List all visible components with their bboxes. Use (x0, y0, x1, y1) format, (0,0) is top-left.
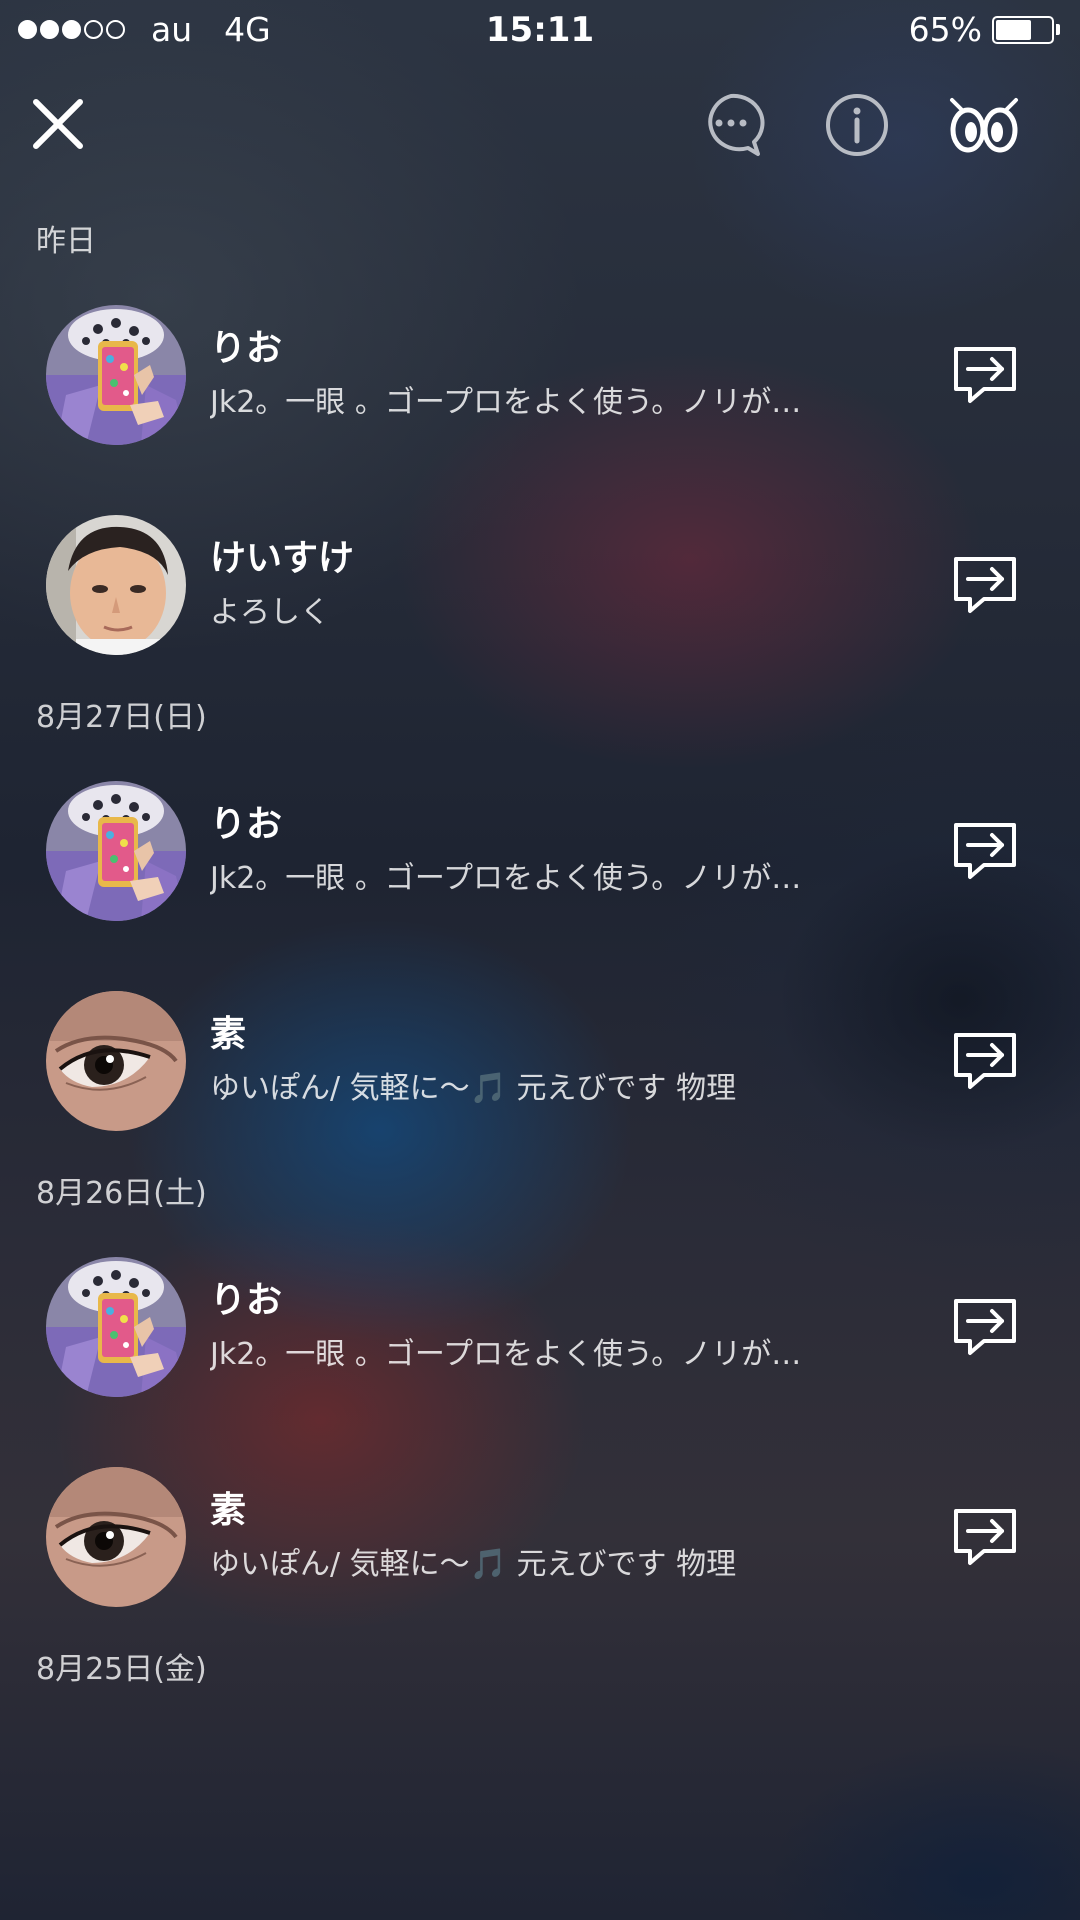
share-profile-button[interactable] (950, 815, 1020, 885)
avatar[interactable] (46, 305, 186, 445)
share-profile-button[interactable] (950, 1501, 1020, 1571)
status-right: 65% (909, 10, 1060, 49)
visitor-entry[interactable]: りお Jk2。一眼 。ゴープロをよく使う。ノリが… (0, 270, 1080, 480)
share-profile-icon (954, 1033, 1016, 1089)
avatar[interactable] (46, 515, 186, 655)
status-message: Jk2。一眼 。ゴープロをよく使う。ノリが… (210, 1337, 802, 1372)
share-profile-button[interactable] (950, 1291, 1020, 1361)
battery-icon (992, 15, 1054, 44)
header-toolbar (0, 80, 1080, 170)
status-message: ゆいぽん/ 気軽に〜🎵 元えびです 物理 (210, 1071, 737, 1106)
chat-button[interactable] (696, 90, 766, 160)
status-message: Jk2。一眼 。ゴープロをよく使う。ノリが… (210, 385, 802, 420)
user-name: りお (210, 1280, 283, 1321)
info-button[interactable] (822, 90, 892, 160)
share-profile-icon (954, 1299, 1016, 1355)
entry-text: 素ゆいぽん/ 気軽に〜🎵 元えびです 物理 (210, 1013, 870, 1109)
battery-level-fill (996, 19, 1032, 40)
date-header: 8月27日(日) (36, 700, 207, 735)
avatar[interactable] (46, 1257, 186, 1397)
status-message: Jk2。一眼 。ゴープロをよく使う。ノリが… (210, 861, 802, 896)
entry-text: けいすけ よろしく (210, 537, 870, 633)
avatar[interactable] (46, 781, 186, 921)
battery-percent: 65% (908, 10, 982, 49)
share-profile-icon (954, 823, 1016, 879)
entry-text: りお Jk2。一眼 。ゴープロをよく使う。ノリが… (210, 327, 870, 423)
date-header: 昨日 (36, 224, 96, 259)
avatar[interactable] (46, 991, 186, 1131)
info-icon (826, 94, 888, 156)
eyes-icon (950, 98, 1018, 153)
user-name: 素 (210, 1014, 247, 1055)
visitor-entry[interactable]: 素ゆいぽん/ 気軽に〜🎵 元えびです 物理 (0, 956, 1080, 1166)
share-profile-button[interactable] (950, 339, 1020, 409)
visitor-entry[interactable]: けいすけ よろしく (0, 480, 1080, 690)
close-button[interactable] (28, 94, 88, 154)
visitor-entry[interactable]: 素ゆいぽん/ 気軽に〜🎵 元えびです 物理 (0, 1432, 1080, 1642)
user-name: 素 (210, 1490, 247, 1531)
avatar[interactable] (46, 1467, 186, 1607)
date-header: 8月26日(土) (36, 1176, 207, 1211)
status-bar: au 4G 15:11 65% (0, 0, 1080, 60)
status-message: よろしく (210, 595, 330, 630)
chat-bubble-icon (708, 93, 765, 156)
entry-text: りお Jk2。一眼 。ゴープロをよく使う。ノリが… (210, 803, 870, 899)
share-profile-icon (954, 557, 1016, 613)
share-profile-button[interactable] (950, 1025, 1020, 1095)
share-profile-icon (954, 1509, 1016, 1565)
user-name: りお (210, 804, 283, 845)
entry-text: りお Jk2。一眼 。ゴープロをよく使う。ノリが… (210, 1279, 870, 1375)
share-profile-button[interactable] (950, 549, 1020, 619)
visitor-list: 昨日 りお Jk2。一眼 。ゴープロをよく使う。ノリが… けいすけよろしく 8月27… (0, 214, 1080, 1698)
user-name: けいすけ (210, 538, 355, 579)
user-name: りお (210, 328, 283, 369)
status-message: ゆいぽん/ 気軽に〜🎵 元えびです 物理 (210, 1547, 737, 1582)
entry-text: 素ゆいぽん/ 気軽に〜🎵 元えびです 物理 (210, 1489, 870, 1585)
date-header: 8月25日(金) (36, 1652, 207, 1687)
close-icon (33, 99, 83, 149)
visitor-entry[interactable]: りお Jk2。一眼 。ゴープロをよく使う。ノリが… (0, 746, 1080, 956)
visitor-entry[interactable]: りお Jk2。一眼 。ゴープロをよく使う。ノリが… (0, 1222, 1080, 1432)
battery-tip (1056, 24, 1060, 35)
share-profile-icon (954, 347, 1016, 403)
footprints-button[interactable] (946, 90, 1018, 160)
